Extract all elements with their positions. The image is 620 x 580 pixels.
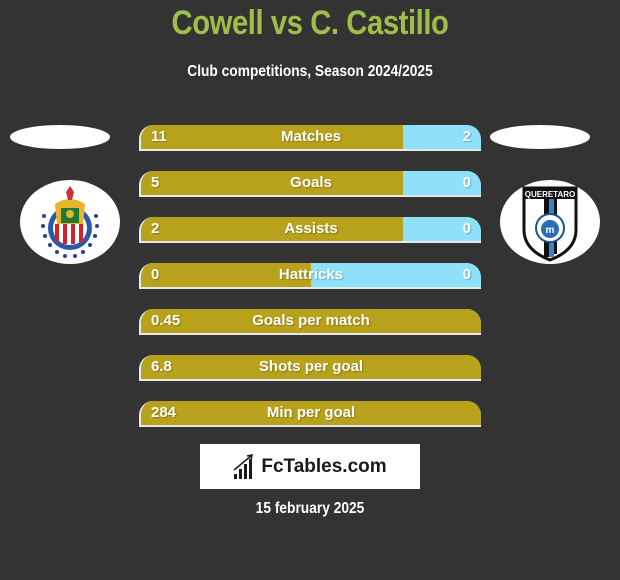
- fctables-brand-banner[interactable]: FcTables.com: [200, 444, 420, 489]
- bar-chart-icon: [233, 453, 254, 479]
- right-player-value: 0: [462, 266, 471, 283]
- left-team-name-placeholder: [10, 125, 110, 149]
- stat-label: Goals per match: [252, 312, 370, 329]
- stat-label: Matches: [280, 128, 342, 145]
- stat-row-shots-per-goal: 6.8 Shots per goal: [139, 355, 481, 381]
- right-team-logo[interactable]: QUERETARO m: [500, 180, 600, 264]
- chivas-guadalajara-crest-icon: [41, 186, 99, 258]
- queretaro-crest-icon: QUERETARO m: [522, 186, 578, 262]
- competition-subtitle: Club competitions, Season 2024/2025: [187, 63, 433, 80]
- svg-text:QUERETARO: QUERETARO: [525, 190, 576, 199]
- brand-name: FcTables.com: [261, 455, 387, 477]
- stat-row-hattricks: 0 Hattricks 0: [139, 263, 481, 289]
- stat-label: Assists: [284, 220, 338, 237]
- page-title: Cowell vs C. Castillo: [171, 4, 449, 42]
- right-team-name-placeholder: [490, 125, 590, 149]
- stat-label: Min per goal: [266, 404, 356, 421]
- svg-text:m: m: [546, 225, 555, 236]
- right-player-value: 0: [462, 174, 471, 191]
- right-player-value: 0: [462, 220, 471, 237]
- stat-label: Goals: [290, 174, 332, 191]
- stat-row-assists: 2 Assists 0: [139, 217, 481, 243]
- stat-row-matches: 11 Matches 2: [139, 125, 481, 151]
- stat-row-goals-per-match: 0.45 Goals per match: [139, 309, 481, 335]
- left-team-logo[interactable]: [20, 180, 120, 264]
- stat-row-goals: 5 Goals 0: [139, 171, 481, 197]
- date-label: 15 february 2025: [255, 500, 365, 517]
- stat-label: Hattricks: [278, 266, 344, 283]
- stat-row-min-per-goal: 284 Min per goal: [139, 401, 481, 427]
- right-player-value: 2: [462, 128, 471, 145]
- stat-label: Shots per goal: [258, 358, 364, 375]
